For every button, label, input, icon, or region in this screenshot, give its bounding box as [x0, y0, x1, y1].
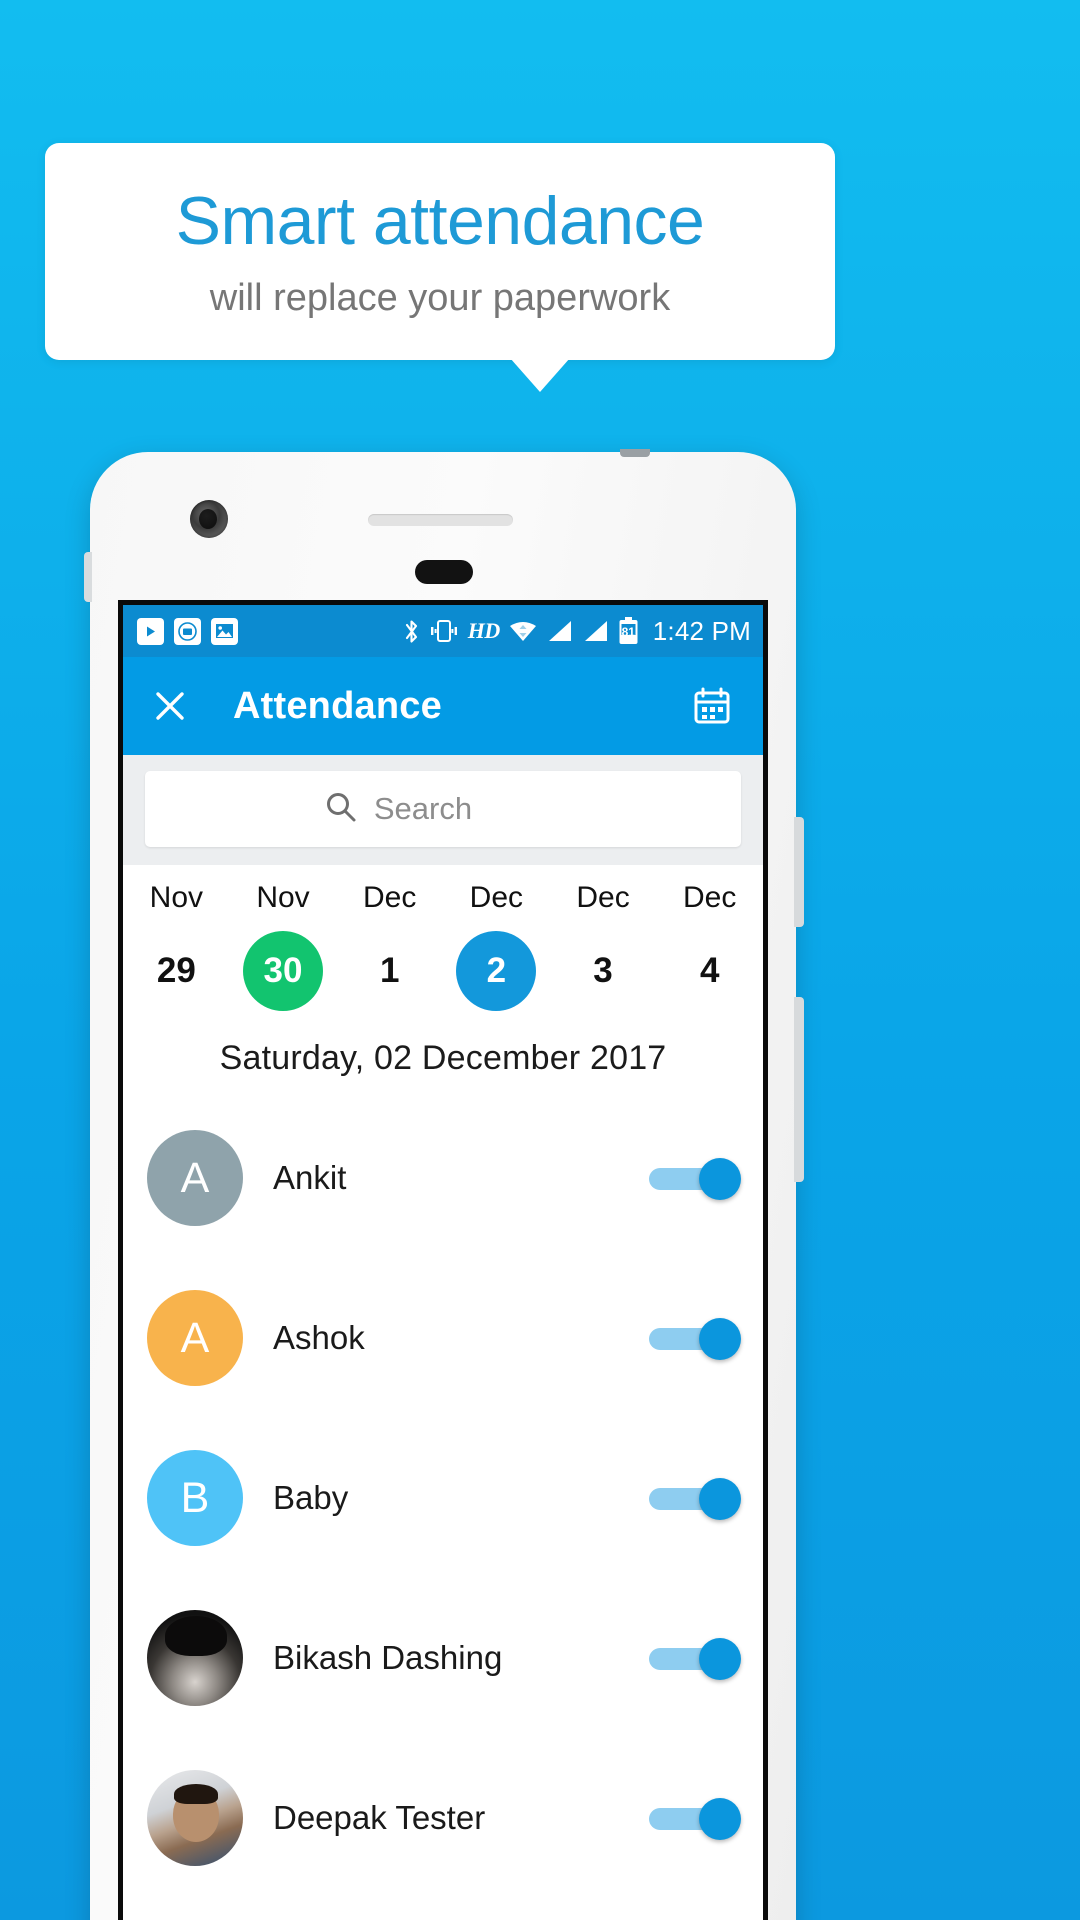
phone-mockup: HD 81 1:42 PM Attendance Search Nov 29 N…: [84, 449, 804, 1920]
status-bar-notifications: [137, 617, 238, 645]
date-day-number: 29: [156, 951, 196, 990]
date-strip: Nov 29 Nov 30 Dec 1 Dec 2 Dec 3 Dec 4: [123, 865, 763, 1017]
promo-screenshot: Smart attendance will replace your paper…: [0, 0, 1080, 1920]
signal-1-icon: [546, 619, 573, 643]
search-container: Search: [123, 755, 763, 865]
page-title: Attendance: [233, 684, 442, 727]
vibrate-icon: [429, 619, 459, 643]
attendance-toggle[interactable]: [649, 1798, 741, 1840]
date-cell-4[interactable]: Dec 3: [550, 881, 657, 1011]
earpiece-speaker: [368, 514, 513, 526]
promo-subtitle: will replace your paperwork: [209, 276, 671, 319]
phone-screen: HD 81 1:42 PM Attendance Search Nov 29 N…: [118, 600, 768, 1920]
bluetooth-icon: [403, 618, 420, 645]
table-row[interactable]: B Baby: [123, 1418, 763, 1578]
date-day-number-selected: 2: [456, 931, 537, 1011]
toggle-knob: [699, 1798, 741, 1840]
attendee-name: Ashok: [273, 1319, 365, 1356]
date-day-number: 4: [699, 951, 720, 990]
callout-tail: [510, 358, 570, 392]
search-placeholder: Search: [373, 791, 473, 826]
table-row[interactable]: Bikash Dashing: [123, 1578, 763, 1738]
attendance-toggle[interactable]: [649, 1638, 741, 1680]
hd-icon: HD: [467, 618, 501, 643]
date-month-label: Dec: [576, 881, 630, 914]
phone-left-button: [84, 552, 92, 602]
date-cell-0[interactable]: Nov 29: [123, 881, 230, 1011]
battery-level-label: 81: [621, 625, 635, 639]
status-bar-clock: 1:42 PM: [652, 615, 751, 646]
youtube-icon: [137, 617, 164, 645]
date-cell-2[interactable]: Dec 1: [336, 881, 443, 1011]
attendee-name: Deepak Tester: [273, 1799, 486, 1836]
phone-power-button: [794, 997, 804, 1182]
promo-title: Smart attendance: [175, 182, 705, 259]
attendance-toggle[interactable]: [649, 1478, 741, 1520]
date-month-label: Dec: [683, 881, 737, 914]
table-row[interactable]: A Ashok: [123, 1258, 763, 1418]
toggle-knob: [699, 1638, 741, 1680]
toggle-knob: [699, 1478, 741, 1520]
date-cell-1[interactable]: Nov 30: [230, 881, 337, 1011]
avatar: B: [147, 1450, 243, 1546]
calendar-icon[interactable]: [689, 683, 735, 729]
date-day-number: 3: [593, 951, 613, 990]
table-row[interactable]: A Ankit: [123, 1098, 763, 1258]
attendance-toggle[interactable]: [649, 1318, 741, 1360]
date-month-label: Dec: [469, 881, 524, 914]
avatar: A: [147, 1130, 243, 1226]
selected-date-header: Saturday, 02 December 2017: [123, 1017, 763, 1098]
avatar-initial: A: [180, 1153, 210, 1202]
attendee-name: Baby: [273, 1479, 349, 1516]
battery-icon: 81: [618, 617, 639, 645]
promo-callout: Smart attendance will replace your paper…: [45, 143, 835, 360]
date-month-label: Dec: [363, 881, 417, 914]
attendee-name: Ankit: [273, 1159, 347, 1196]
date-month-label: Nov: [149, 881, 204, 914]
front-camera-icon: [190, 500, 228, 538]
gallery-icon: [211, 617, 238, 645]
phone-volume-button: [794, 817, 804, 927]
status-bar: HD 81 1:42 PM: [123, 605, 763, 657]
wifi-icon: [509, 619, 537, 643]
date-day-number-today: 30: [243, 931, 323, 1011]
table-row[interactable]: Deepak Tester: [123, 1738, 763, 1898]
avatar-photo: [147, 1770, 243, 1866]
search-icon: [324, 790, 358, 829]
attendance-toggle[interactable]: [649, 1158, 741, 1200]
toggle-knob: [699, 1158, 741, 1200]
date-cell-5[interactable]: Dec 4: [656, 881, 763, 1011]
date-month-label: Nov: [256, 881, 310, 914]
avatar: A: [147, 1290, 243, 1386]
sensor-pill: [415, 560, 473, 584]
mi-apps-icon: [174, 617, 201, 645]
avatar-photo: [147, 1610, 243, 1706]
status-bar-indicators: HD 81 1:42 PM: [403, 616, 751, 647]
close-icon[interactable]: [147, 683, 193, 729]
attendee-name: Bikash Dashing: [273, 1639, 503, 1676]
signal-2-icon: [582, 619, 609, 643]
toggle-knob: [699, 1318, 741, 1360]
date-cell-3[interactable]: Dec 2: [443, 881, 550, 1011]
attendee-list: A Ankit A Ashok B Baby Bikash Dashing De…: [123, 1098, 763, 1898]
avatar-initial: A: [180, 1313, 210, 1362]
search-input[interactable]: Search: [145, 771, 741, 847]
app-bar: Attendance: [123, 657, 763, 755]
phone-top-notch: [620, 449, 650, 457]
avatar-initial: B: [180, 1473, 210, 1522]
date-day-number: 1: [379, 951, 400, 990]
